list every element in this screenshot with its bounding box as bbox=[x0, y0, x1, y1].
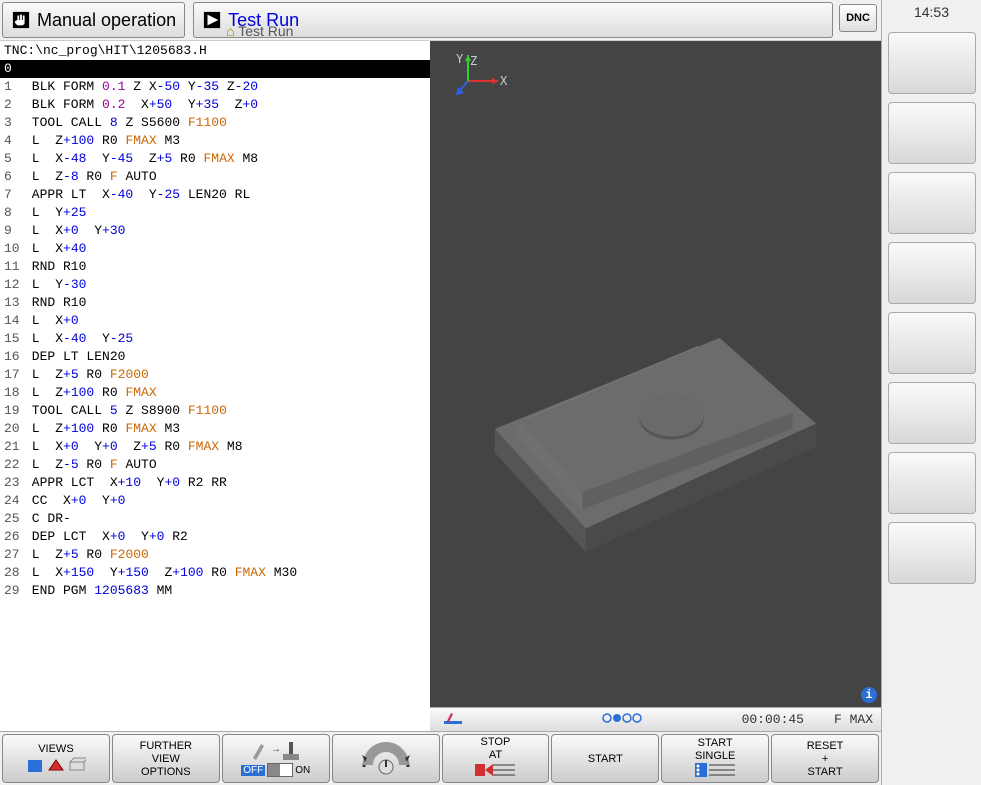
code-line[interactable]: 28 L X+150 Y+150 Z+100 R0 FMAX M30 bbox=[0, 564, 430, 582]
code-line[interactable]: 21 L X+0 Y+0 Z+5 R0 FMAX M8 bbox=[0, 438, 430, 456]
softkey-views[interactable]: VIEWS bbox=[2, 734, 110, 783]
code-line[interactable]: 1 BLK FORM 0.1 Z X-50 Y-35 Z-20 bbox=[0, 78, 430, 96]
code-line[interactable]: 15 L X-40 Y-25 bbox=[0, 330, 430, 348]
softkey-stop-at[interactable]: STOP AT bbox=[442, 734, 550, 783]
dnc-button[interactable]: DNC bbox=[839, 4, 877, 32]
softkey-start-single[interactable]: START SINGLE bbox=[661, 734, 769, 783]
code-line[interactable]: 10 L X+40 bbox=[0, 240, 430, 258]
softkey-speed-dial[interactable] bbox=[332, 734, 440, 783]
hand-icon bbox=[11, 10, 31, 30]
side-softkey-5[interactable] bbox=[888, 312, 976, 374]
side-softkey-1[interactable] bbox=[888, 32, 976, 94]
code-line[interactable]: 29 END PGM 1205683 MM bbox=[0, 582, 430, 600]
info-icon[interactable]: i bbox=[861, 687, 877, 703]
code-line[interactable]: 27 L Z+5 R0 F2000 bbox=[0, 546, 430, 564]
code-line[interactable]: 7 APPR LT X-40 Y-25 LEN20 RL bbox=[0, 186, 430, 204]
dial-icon bbox=[358, 737, 414, 780]
clock: 14:53 bbox=[882, 0, 981, 28]
code-line[interactable]: 6 L Z-8 R0 F AUTO bbox=[0, 168, 430, 186]
code-line[interactable]: 26 DEP LCT X+0 Y+0 R2 bbox=[0, 528, 430, 546]
tool-measure-icon[interactable] bbox=[444, 711, 462, 729]
secondary-subtitle: ⌂ Test Run bbox=[226, 23, 293, 39]
svg-text:X: X bbox=[500, 74, 508, 88]
views-icons bbox=[26, 756, 86, 774]
code-line[interactable]: 16 DEP LT LEN20 bbox=[0, 348, 430, 366]
top-bar: Manual operation Test Run ⌂ Test Run DNC bbox=[0, 0, 881, 40]
code-line[interactable]: 22 L Z-5 R0 F AUTO bbox=[0, 456, 430, 474]
code-line[interactable]: 4 L Z+100 R0 FMAX M3 bbox=[0, 132, 430, 150]
code-line[interactable]: 9 L X+0 Y+30 bbox=[0, 222, 430, 240]
simulation-viewport[interactable]: X Y Z bbox=[430, 41, 881, 731]
code-line[interactable]: 20 L Z+100 R0 FMAX M3 bbox=[0, 420, 430, 438]
start-single-icon bbox=[695, 763, 735, 780]
softkey-reset-start[interactable]: RESET + START bbox=[771, 734, 879, 783]
side-softkey-8[interactable] bbox=[888, 522, 976, 584]
mode-label: Manual operation bbox=[37, 10, 176, 31]
side-softkey-4[interactable] bbox=[888, 242, 976, 304]
sim-feed: F MAX bbox=[834, 712, 873, 727]
view-dots-icon[interactable] bbox=[602, 712, 642, 727]
code-line[interactable]: 8 L Y+25 bbox=[0, 204, 430, 222]
softkey-tool-sim-toggle[interactable]: → OFF ON bbox=[222, 734, 330, 783]
right-sidebar: 14:53 bbox=[881, 0, 981, 785]
code-listing[interactable]: 0 BEGIN PGM 1205683 MM1 BLK FORM 0.1 Z X… bbox=[0, 60, 430, 731]
code-line[interactable]: 3 TOOL CALL 8 Z S5600 F1100 bbox=[0, 114, 430, 132]
code-line[interactable]: 12 L Y-30 bbox=[0, 276, 430, 294]
softkey-bar: VIEWS FURTHER VIEW OPTIONS → bbox=[0, 731, 881, 785]
code-line[interactable]: 17 L Z+5 R0 F2000 bbox=[0, 366, 430, 384]
program-path: TNC:\nc_prog\HIT\1205683.H bbox=[0, 41, 430, 60]
code-line[interactable]: 2 BLK FORM 0.2 X+50 Y+35 Z+0 bbox=[0, 96, 430, 114]
code-line[interactable]: 11 RND R10 bbox=[0, 258, 430, 276]
mode-manual-operation[interactable]: Manual operation bbox=[2, 2, 185, 38]
side-softkey-2[interactable] bbox=[888, 102, 976, 164]
svg-text:→: → bbox=[271, 744, 281, 755]
code-line[interactable]: 24 CC X+0 Y+0 bbox=[0, 492, 430, 510]
softkey-further-view-options[interactable]: FURTHER VIEW OPTIONS bbox=[112, 734, 220, 783]
code-line[interactable]: 14 L X+0 bbox=[0, 312, 430, 330]
machined-part-render bbox=[484, 241, 827, 574]
side-softkey-7[interactable] bbox=[888, 452, 976, 514]
side-softkey-3[interactable] bbox=[888, 172, 976, 234]
nc-code-pane: TNC:\nc_prog\HIT\1205683.H 0 BEGIN PGM 1… bbox=[0, 41, 430, 731]
mode-test-run[interactable]: Test Run ⌂ Test Run bbox=[193, 2, 833, 38]
code-line[interactable]: 19 TOOL CALL 5 Z S8900 F1100 bbox=[0, 402, 430, 420]
code-line[interactable]: 0 BEGIN PGM 1205683 MM bbox=[0, 60, 430, 78]
code-line[interactable]: 18 L Z+100 R0 FMAX bbox=[0, 384, 430, 402]
stop-at-icon bbox=[475, 762, 515, 781]
code-line[interactable]: 25 C DR- bbox=[0, 510, 430, 528]
svg-text:Y: Y bbox=[456, 52, 464, 66]
code-line[interactable]: 23 APPR LCT X+10 Y+0 R2 RR bbox=[0, 474, 430, 492]
code-line[interactable]: 5 L X-48 Y-45 Z+5 R0 FMAX M8 bbox=[0, 150, 430, 168]
sim-time: 00:00:45 bbox=[742, 712, 804, 727]
side-softkey-6[interactable] bbox=[888, 382, 976, 444]
run-icon bbox=[202, 10, 222, 30]
tool-sim-icon: → bbox=[251, 740, 301, 762]
code-line[interactable]: 13 RND R10 bbox=[0, 294, 430, 312]
svg-text:Z: Z bbox=[470, 54, 477, 68]
axis-gizmo-icon: X Y Z bbox=[448, 51, 508, 111]
softkey-start[interactable]: START bbox=[551, 734, 659, 783]
viewport-status-bar: 00:00:45 F MAX i bbox=[430, 707, 881, 731]
